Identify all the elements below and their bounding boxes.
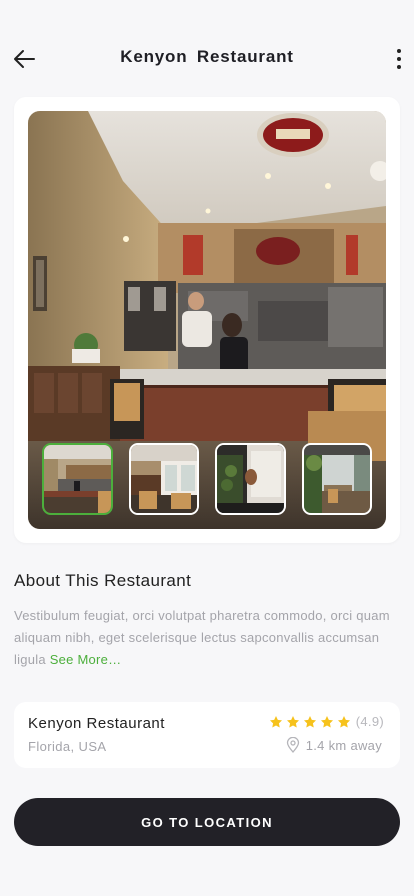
about-title: About This Restaurant — [14, 571, 192, 590]
more-vertical-icon — [397, 49, 401, 53]
entrance-thumbnail-image — [217, 445, 284, 513]
thumbnail-strip — [42, 443, 372, 515]
terrace-thumbnail-image — [303, 445, 371, 513]
star-icon — [269, 715, 282, 727]
restaurant-name: Kenyon Restaurant — [28, 715, 165, 732]
rating-stars: (4.9) — [269, 714, 384, 729]
dining-room-thumbnail-image — [130, 445, 198, 513]
more-options-button[interactable] — [392, 46, 406, 72]
distance-info: 1.4 km away — [286, 737, 382, 753]
thumbnail-counter[interactable] — [42, 443, 113, 515]
star-icon — [337, 715, 350, 727]
go-to-location-button[interactable]: GO TO LOCATION — [14, 798, 400, 846]
page-title: Kenyon Restaurant — [120, 47, 294, 66]
star-icon — [320, 715, 333, 727]
rating-value: (4.9) — [355, 714, 384, 729]
thumbnail-terrace[interactable] — [301, 443, 372, 515]
restaurant-location: Florida, USA — [28, 739, 107, 754]
thumbnail-dining[interactable] — [128, 443, 199, 515]
location-pin-icon — [286, 737, 299, 753]
star-icon — [286, 715, 299, 727]
see-more-link[interactable]: See More… — [50, 652, 122, 667]
counter-thumbnail-image — [44, 445, 111, 513]
star-icon — [303, 715, 316, 727]
distance-text: 1.4 km away — [305, 737, 382, 753]
about-description: Vestibulum feugiat, orci volutpat pharet… — [14, 605, 404, 671]
restaurant-info-card: Kenyon Restaurant Florida, USA (4.9) 1.4… — [14, 702, 400, 768]
thumbnail-entrance[interactable] — [215, 443, 286, 515]
